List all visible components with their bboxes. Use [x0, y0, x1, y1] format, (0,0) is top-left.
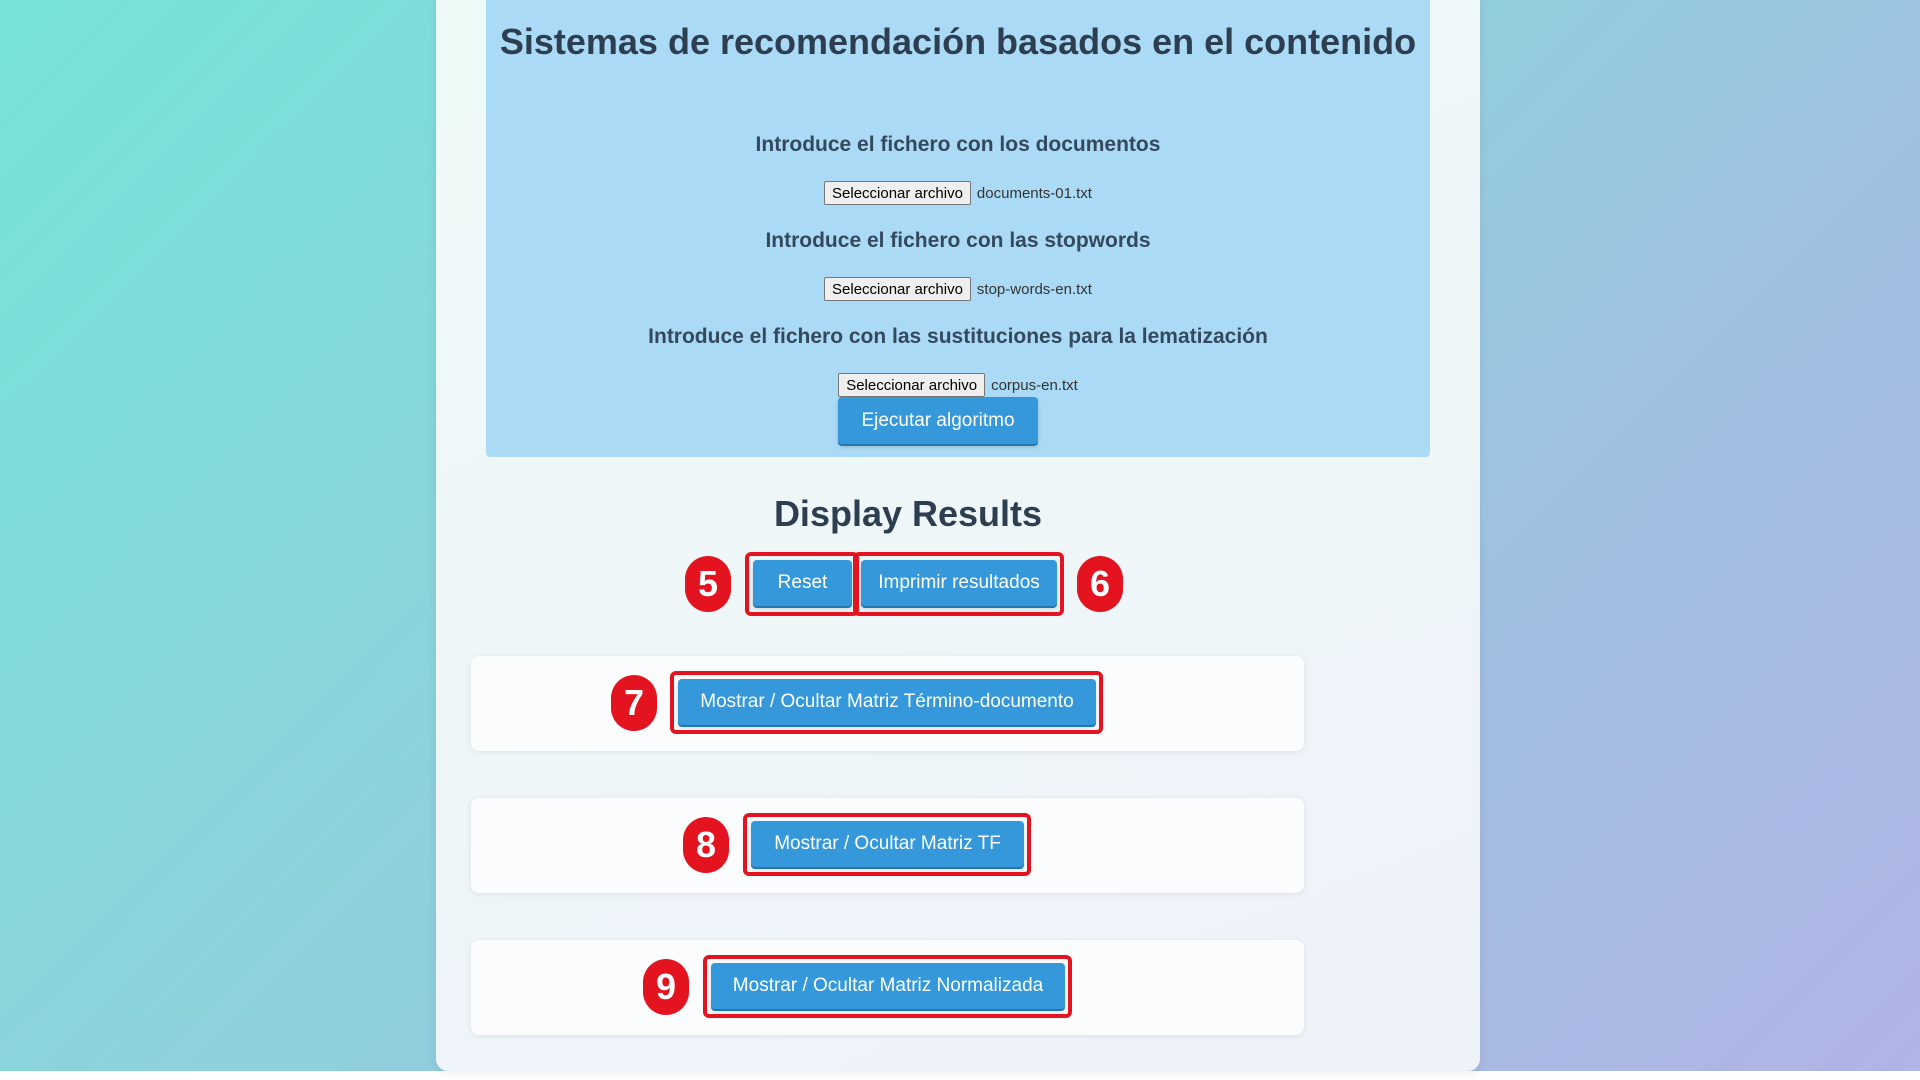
lemmatization-label: Introduce el fichero con las sustitucion… — [648, 325, 1268, 348]
stopwords-label: Introduce el fichero con las stopwords — [765, 229, 1151, 252]
highlight-normalized-matrix — [703, 955, 1072, 1018]
highlight-term-document — [670, 671, 1103, 734]
annotation-badge-9: 9 — [643, 959, 689, 1015]
highlight-tf-matrix — [743, 813, 1031, 876]
highlight-print — [853, 552, 1064, 616]
documents-file-name: documents-01.txt — [976, 184, 1092, 202]
documents-file-button[interactable]: Seleccionar archivo — [824, 181, 971, 205]
page-title: Sistemas de recomendación basados en el … — [499, 21, 1417, 62]
documents-label: Introduce el fichero con los documentos — [755, 133, 1161, 156]
annotation-badge-8: 8 — [683, 817, 729, 873]
annotation-badge-5: 5 — [685, 556, 731, 612]
stopwords-file-row: Seleccionar archivo stop-words-en.txt — [486, 277, 1430, 301]
upload-form-panel: Sistemas de recomendación basados en el … — [486, 0, 1430, 457]
stopwords-file-name: stop-words-en.txt — [976, 280, 1092, 298]
page-bottom-strip — [0, 1071, 1920, 1080]
stopwords-file-button[interactable]: Seleccionar archivo — [824, 277, 971, 301]
annotation-badge-7: 7 — [611, 675, 657, 731]
documents-file-row: Seleccionar archivo documents-01.txt — [486, 181, 1430, 205]
annotation-badge-6: 6 — [1077, 556, 1123, 612]
results-title: Display Results — [773, 493, 1043, 534]
lemmatization-file-button[interactable]: Seleccionar archivo — [838, 373, 986, 397]
lemmatization-file-name: corpus-en.txt — [991, 376, 1078, 394]
main-container: Sistemas de recomendación basados en el … — [436, 0, 1480, 1071]
lemmatization-file-row: Seleccionar archivo corpus-en.txt — [486, 373, 1430, 397]
highlight-reset — [745, 552, 859, 616]
run-algorithm-button[interactable]: Ejecutar algoritmo — [838, 397, 1038, 444]
